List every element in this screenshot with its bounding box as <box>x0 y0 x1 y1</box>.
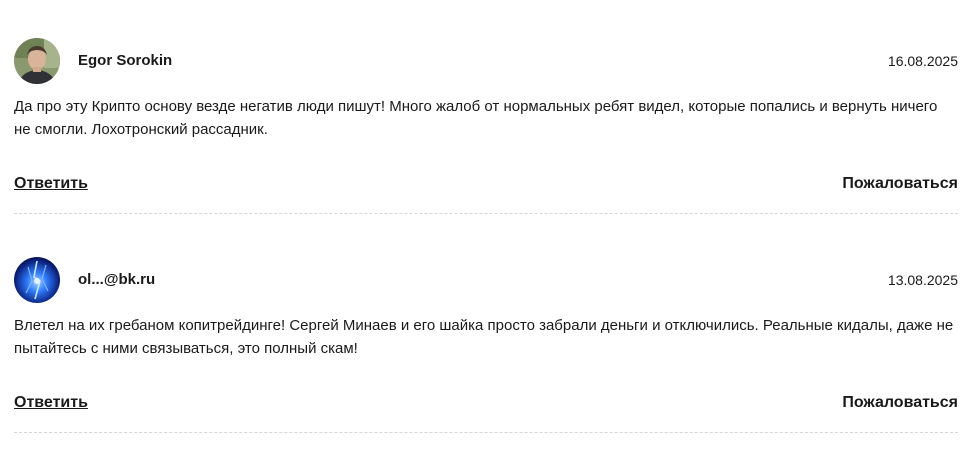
comment-actions: Ответить Пожаловаться <box>14 394 958 416</box>
reply-link[interactable]: Ответить <box>14 175 88 193</box>
comment-date: 13.08.2025 <box>887 272 958 288</box>
comment-text: Влетел на их гребаном копитрейдинге! Сер… <box>14 317 954 357</box>
comment-item: ol...@bk.ru 13.08.2025 Влетел на их греб… <box>14 257 958 433</box>
comment-header: ol...@bk.ru 13.08.2025 <box>14 257 958 303</box>
comment-text: Да про эту Крипто основу везде негатив л… <box>14 98 938 138</box>
blue-abstract-avatar[interactable] <box>14 257 60 303</box>
comment-date: 16.08.2025 <box>887 53 958 69</box>
user-photo-avatar-icon <box>14 38 60 84</box>
blue-abstract-avatar-icon <box>14 257 60 303</box>
comment-author: ol...@bk.ru <box>78 271 156 288</box>
comments-list: Egor Sorokin 16.08.2025 Да про эту Крипт… <box>0 0 974 453</box>
report-link[interactable]: Пожаловаться <box>842 394 958 412</box>
comment-author: Egor Sorokin <box>78 52 173 69</box>
comment-actions: Ответить Пожаловаться <box>14 175 958 197</box>
comment-item: Egor Sorokin 16.08.2025 Да про эту Крипт… <box>14 38 958 214</box>
comment-header: Egor Sorokin 16.08.2025 <box>14 38 958 84</box>
report-link[interactable]: Пожаловаться <box>842 175 958 193</box>
comment-divider <box>14 213 958 214</box>
comment-divider <box>14 432 958 433</box>
reply-link[interactable]: Ответить <box>14 394 88 412</box>
user-photo-avatar[interactable] <box>14 38 60 84</box>
